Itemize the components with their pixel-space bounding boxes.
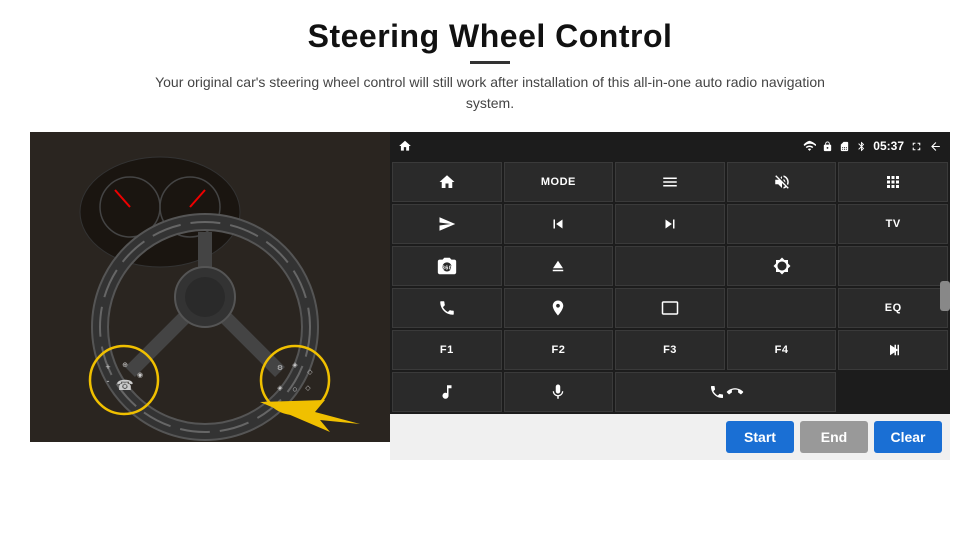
scrollbar-handle[interactable] [940, 281, 950, 311]
button-grid: MODE [390, 160, 950, 414]
home-status-icon [398, 139, 412, 153]
tv-btn[interactable] [727, 204, 837, 244]
title-divider [470, 61, 510, 64]
status-bar: 05:37 [390, 132, 950, 160]
status-time: 05:37 [873, 139, 904, 153]
svg-text:-: - [107, 376, 110, 386]
f4-btn[interactable]: F3 [615, 330, 725, 370]
svg-text:○: ○ [292, 384, 297, 394]
send-btn[interactable] [392, 204, 502, 244]
brightness-btn[interactable] [727, 246, 837, 286]
lock-icon [822, 141, 833, 152]
media-btn[interactable]: TV [838, 204, 948, 244]
home-btn[interactable] [392, 162, 502, 202]
svg-text:◇: ◇ [307, 369, 313, 376]
page-subtitle: Your original car's steering wheel contr… [140, 72, 840, 114]
status-bar-left [398, 139, 412, 153]
list-btn[interactable] [615, 162, 725, 202]
back-icon [929, 140, 942, 153]
steering-wheel-image: + - ⊕ ☎ ◉ ⚙ ◈ ◇ ○ ◈ ◇ [30, 132, 390, 442]
end-button[interactable]: End [800, 421, 868, 453]
phonecall-btn[interactable] [615, 372, 836, 412]
dvd-btn[interactable] [838, 246, 948, 286]
svg-text:☎: ☎ [116, 377, 133, 393]
mic-btn[interactable] [504, 372, 614, 412]
mode-btn[interactable]: MODE [504, 162, 614, 202]
phone-btn[interactable] [392, 288, 502, 328]
camera360-btn[interactable]: 360 [392, 246, 502, 286]
svg-text:◉: ◉ [137, 372, 143, 379]
svg-text:◈: ◈ [292, 362, 298, 369]
prev-btn[interactable] [504, 204, 614, 244]
start-button[interactable]: Start [726, 421, 794, 453]
svg-text:◈: ◈ [277, 385, 283, 392]
svg-text:+: + [105, 362, 110, 372]
f2-btn[interactable]: F1 [392, 330, 502, 370]
clear-button[interactable]: Clear [874, 421, 942, 453]
content-area: + - ⊕ ☎ ◉ ⚙ ◈ ◇ ○ ◈ ◇ [30, 132, 950, 460]
screen-btn[interactable] [615, 288, 725, 328]
sim-icon [839, 141, 850, 152]
svg-text:⚙: ⚙ [277, 364, 283, 372]
f5-btn[interactable]: F4 [727, 330, 837, 370]
status-bar-right: 05:37 [803, 139, 942, 153]
mute-btn[interactable] [727, 162, 837, 202]
svg-text:⊕: ⊕ [122, 362, 128, 369]
eq-btn[interactable] [727, 288, 837, 328]
music-btn[interactable] [392, 372, 502, 412]
navi-btn[interactable] [504, 288, 614, 328]
bottom-bar: Start End Clear [390, 414, 950, 460]
wifi-icon [803, 140, 816, 153]
svg-text:360: 360 [442, 266, 453, 272]
page-title: Steering Wheel Control [140, 18, 840, 55]
bluetooth-icon [856, 141, 867, 152]
next-btn[interactable] [615, 204, 725, 244]
fullscreen-icon [910, 140, 923, 153]
android-panel: 05:37 MODE [390, 132, 950, 460]
f1-btn[interactable]: EQ [838, 288, 948, 328]
page-container: Steering Wheel Control Your original car… [0, 0, 980, 544]
f3-btn[interactable]: F2 [504, 330, 614, 370]
eject-btn[interactable] [504, 246, 614, 286]
apps-btn[interactable] [838, 162, 948, 202]
playpause-btn[interactable] [838, 330, 948, 370]
title-section: Steering Wheel Control Your original car… [140, 18, 840, 114]
radio-btn[interactable] [615, 246, 725, 286]
svg-text:◇: ◇ [305, 385, 311, 392]
empty-btn [838, 372, 948, 412]
